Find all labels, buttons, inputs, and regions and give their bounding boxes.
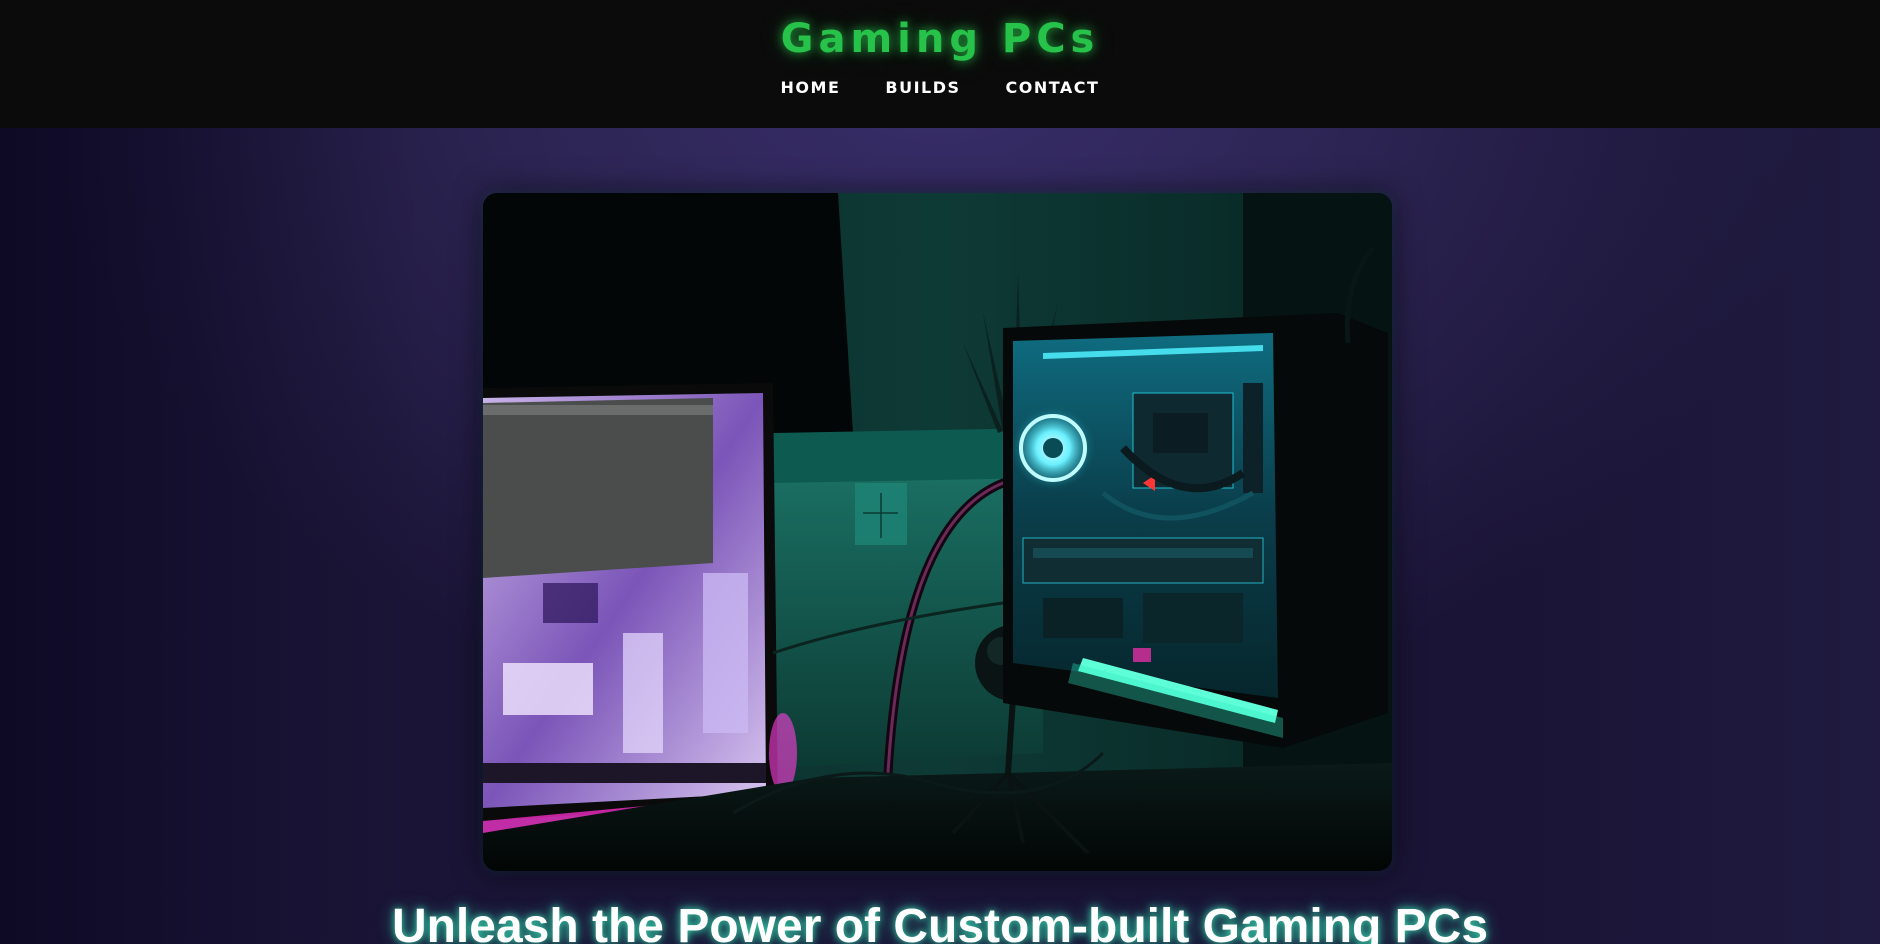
gaming-setup-illustration [483, 193, 1392, 871]
site-header: Gaming PCs HOME BUILDS CONTACT [0, 0, 1880, 128]
main-nav: HOME BUILDS CONTACT [0, 78, 1880, 97]
background-shade-right [1500, 0, 1880, 944]
site-logo-text[interactable]: Gaming PCs [0, 16, 1880, 62]
nav-link-contact[interactable]: CONTACT [1006, 78, 1100, 97]
hero-title: Unleash the Power of Custom-built Gaming… [391, 900, 1489, 944]
nav-link-home[interactable]: HOME [781, 78, 841, 97]
background-shade-left [0, 0, 420, 944]
hero-image [483, 193, 1392, 871]
nav-link-builds[interactable]: BUILDS [885, 78, 960, 97]
